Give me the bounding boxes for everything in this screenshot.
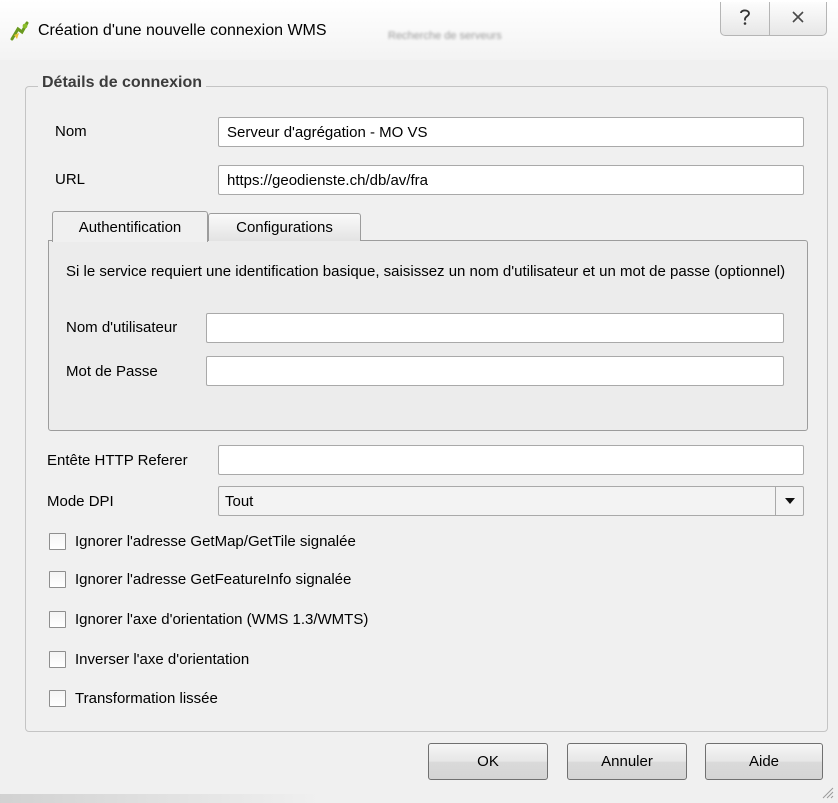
referer-field[interactable]	[218, 445, 804, 475]
smooth-transform-option[interactable]: Transformation lissée	[49, 687, 218, 709]
ignore-axis-orientation-checkbox[interactable]	[49, 610, 66, 628]
invert-axis-orientation-label: Inverser l'axe d'orientation	[75, 650, 250, 668]
cancel-button[interactable]: Annuler	[567, 743, 687, 780]
tab-configurations-label: Configurations	[236, 219, 333, 236]
ignore-getfeatureinfo-checkbox[interactable]	[49, 570, 66, 588]
group-title: Détails de connexion	[38, 74, 207, 92]
ok-button[interactable]: OK	[428, 743, 548, 780]
qgis-logo-icon	[8, 20, 30, 42]
dpi-mode-select[interactable]: Tout	[218, 486, 804, 516]
password-label: Mot de Passe	[66, 363, 158, 380]
ignore-getfeatureinfo-label: Ignorer l'adresse GetFeatureInfo signalé…	[75, 570, 352, 588]
dpi-mode-label: Mode DPI	[47, 493, 114, 510]
window-title: Création d'une nouvelle connexion WMS	[38, 22, 327, 39]
background-window-title: Recherche de serveurs	[388, 30, 502, 42]
close-title-button[interactable]	[769, 2, 827, 36]
tab-authentication-label: Authentification	[78, 218, 182, 236]
username-label: Nom d'utilisateur	[66, 319, 178, 336]
tab-configurations[interactable]: Configurations	[208, 213, 361, 241]
tab-authentication[interactable]: Authentification	[52, 211, 208, 242]
ignore-getmap-checkbox[interactable]	[49, 532, 66, 550]
smooth-transform-label: Transformation lissée	[75, 689, 218, 707]
smooth-transform-checkbox[interactable]	[49, 689, 66, 707]
chevron-down-icon[interactable]	[775, 487, 803, 515]
name-field[interactable]	[218, 117, 804, 147]
ignore-axis-orientation-option[interactable]: Ignorer l'axe d'orientation (WMS 1.3/WMT…	[49, 608, 368, 630]
help-title-button[interactable]	[720, 2, 770, 36]
invert-axis-orientation-option[interactable]: Inverser l'axe d'orientation	[49, 648, 249, 670]
resize-grip-icon[interactable]	[820, 785, 834, 799]
ignore-axis-orientation-label: Ignorer l'axe d'orientation (WMS 1.3/WMT…	[75, 610, 369, 628]
auth-description: Si le service requiert une identificatio…	[66, 263, 786, 280]
question-mark-icon	[738, 8, 752, 30]
ignore-getmap-option[interactable]: Ignorer l'adresse GetMap/GetTile signalé…	[49, 530, 356, 552]
ignore-getmap-label: Ignorer l'adresse GetMap/GetTile signalé…	[75, 532, 356, 550]
referer-label: Entête HTTP Referer	[47, 452, 188, 469]
title-bar[interactable]: Création d'une nouvelle connexion WMS Re…	[0, 0, 838, 60]
dpi-mode-value: Tout	[225, 493, 254, 510]
background-window-edge	[0, 794, 320, 803]
invert-axis-orientation-checkbox[interactable]	[49, 650, 66, 668]
help-button[interactable]: Aide	[705, 743, 823, 780]
ignore-getfeatureinfo-option[interactable]: Ignorer l'adresse GetFeatureInfo signalé…	[49, 568, 351, 590]
close-x-icon	[791, 10, 805, 27]
wms-connection-dialog: Création d'une nouvelle connexion WMS Re…	[0, 0, 838, 803]
name-label: Nom	[55, 123, 87, 140]
password-field[interactable]	[206, 356, 784, 386]
url-field[interactable]	[218, 165, 804, 195]
username-field[interactable]	[206, 313, 784, 343]
url-label: URL	[55, 171, 86, 188]
